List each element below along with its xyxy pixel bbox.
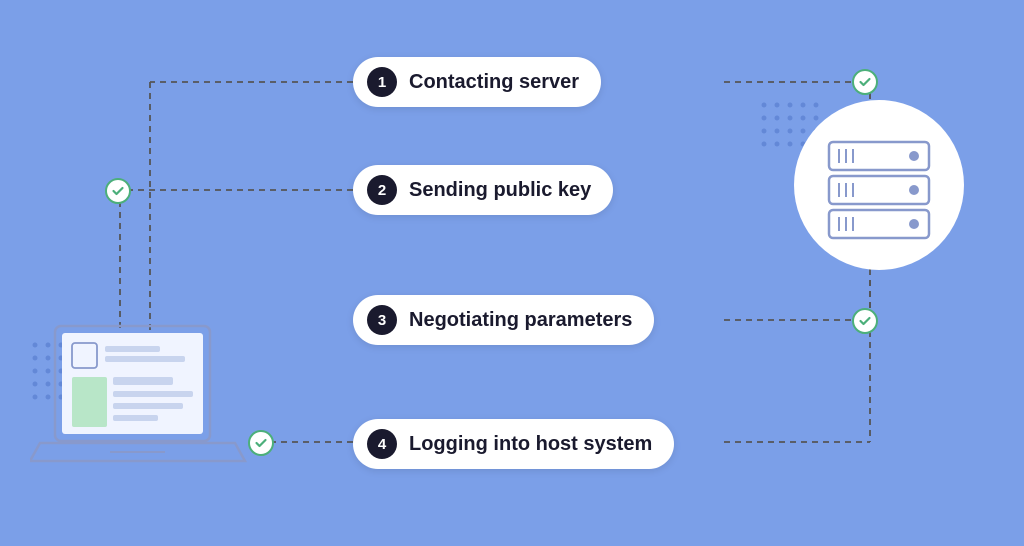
step-2-pill: 2 Sending public key [353, 165, 613, 215]
server-illustration [794, 100, 964, 275]
step-2-number: 2 [367, 175, 397, 205]
step-3-label: Negotiating parameters [409, 309, 632, 332]
step-2-label: Sending public key [409, 179, 591, 202]
server-icon [814, 122, 944, 252]
check-badge-2 [105, 178, 131, 204]
check-badge-4 [248, 430, 274, 456]
step-1-pill: 1 Contacting server [353, 57, 601, 107]
check-badge-3 [852, 308, 878, 334]
step-3-pill: 3 Negotiating parameters [353, 295, 654, 345]
main-container: 1 Contacting server 2 Sending public key… [0, 0, 1024, 546]
step-3-number: 3 [367, 305, 397, 335]
step-4-number: 4 [367, 429, 397, 459]
step-1-number: 1 [367, 67, 397, 97]
laptop-illustration [30, 321, 250, 496]
check-badge-1 [852, 69, 878, 95]
step-4-label: Logging into host system [409, 433, 652, 456]
step-4-pill: 4 Logging into host system [353, 419, 674, 469]
step-1-label: Contacting server [409, 71, 579, 94]
laptop-svg [30, 321, 250, 496]
